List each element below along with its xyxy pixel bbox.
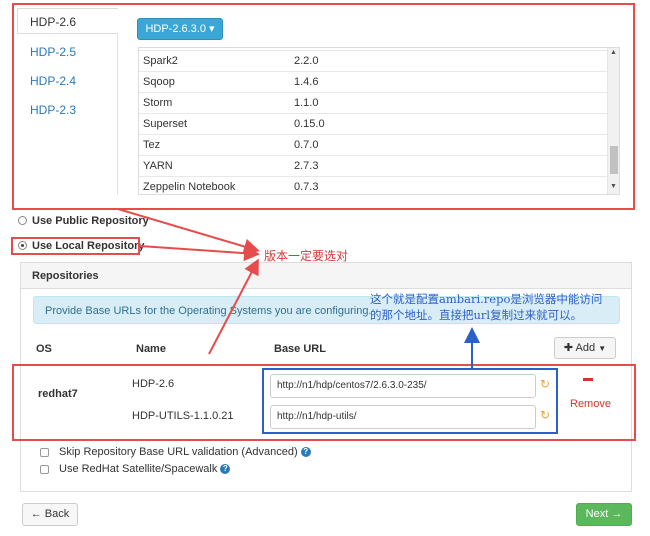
annotation-arrows: [117, 208, 480, 368]
arrow-to-version: [117, 208, 260, 255]
arrow-to-local-repo: [139, 245, 260, 262]
arrow-from-os-row: [208, 258, 259, 355]
